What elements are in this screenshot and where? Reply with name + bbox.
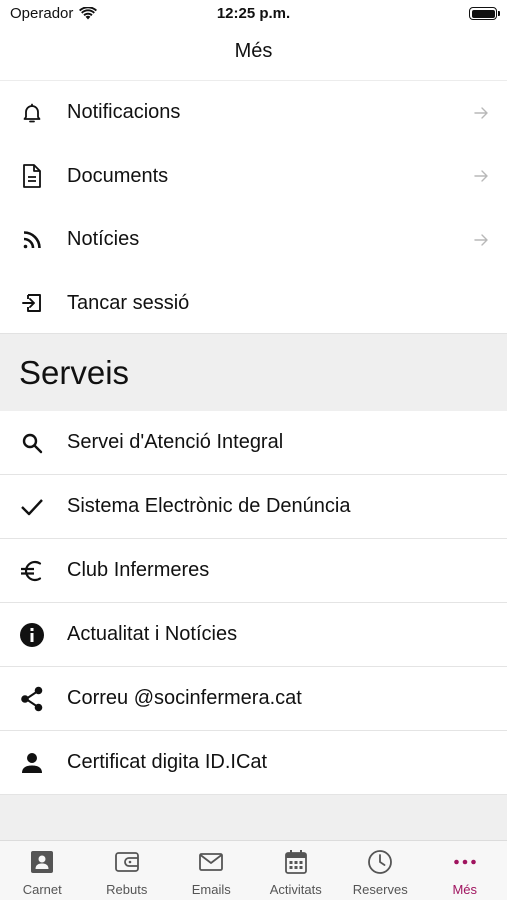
arrow-right-icon xyxy=(474,107,488,119)
menu-item-label: Tancar sessió xyxy=(67,291,190,314)
services-list: Servei d'Atenció Integral Sistema Electr… xyxy=(0,411,507,795)
wallet-icon xyxy=(114,849,140,875)
menu-item-documents[interactable]: Documents xyxy=(0,144,507,208)
tab-bar: Carnet Rebuts Emails Activitats Reserves… xyxy=(0,840,507,900)
search-icon xyxy=(19,430,45,456)
rss-icon xyxy=(19,227,45,253)
menu-item-label: Documents xyxy=(67,164,169,187)
battery-icon xyxy=(469,7,500,20)
mail-icon xyxy=(198,849,224,875)
service-item-label: Servei d'Atenció Integral xyxy=(67,431,284,453)
tab-mes[interactable]: Més xyxy=(423,841,507,900)
document-icon xyxy=(19,163,45,189)
page-title: Més xyxy=(234,40,273,62)
tab-carnet[interactable]: Carnet xyxy=(0,841,85,900)
logout-icon xyxy=(19,290,45,316)
arrow-right-icon xyxy=(474,234,488,246)
service-item-actualitat[interactable]: Actualitat i Notícies xyxy=(0,603,507,667)
clock-time: 12:25 p.m. xyxy=(216,5,291,22)
tab-label: Més xyxy=(452,882,478,897)
info-icon xyxy=(19,622,45,648)
arrow-right-icon xyxy=(474,170,488,182)
tab-label: Emails xyxy=(191,882,231,897)
check-icon xyxy=(19,494,45,520)
service-item-label: Sistema Electrònic de Denúncia xyxy=(67,495,351,517)
status-bar: Operador 12:25 p.m. xyxy=(0,0,507,28)
service-item-certificat[interactable]: Certificat digita ID.ICat xyxy=(0,731,507,795)
service-item-denuncia[interactable]: Sistema Electrònic de Denúncia xyxy=(0,475,507,539)
service-item-label: Actualitat i Notícies xyxy=(67,623,238,645)
tab-label: Rebuts xyxy=(106,882,148,897)
tab-activitats[interactable]: Activitats xyxy=(254,841,339,900)
services-section-header: Serveis xyxy=(0,333,507,411)
main-menu: Notificacions Documents Notícies Tancar … xyxy=(0,80,507,335)
tab-rebuts[interactable]: Rebuts xyxy=(85,841,170,900)
more-dots-icon xyxy=(452,849,478,875)
menu-item-label: Notícies xyxy=(67,228,140,251)
clock-icon xyxy=(367,849,393,875)
service-item-label: Club Infermeres xyxy=(67,559,210,581)
menu-item-label: Notificacions xyxy=(67,101,181,124)
tab-reserves[interactable]: Reserves xyxy=(338,841,423,900)
service-item-label: Certificat digita ID.ICat xyxy=(67,751,268,773)
service-item-label: Correu @socinfermera.cat xyxy=(67,687,302,709)
person-icon xyxy=(19,750,45,776)
tab-label: Carnet xyxy=(22,882,62,897)
menu-item-news[interactable]: Notícies xyxy=(0,208,507,272)
euro-icon xyxy=(19,558,45,584)
share-icon xyxy=(19,686,45,712)
tab-label: Activitats xyxy=(269,882,322,897)
service-item-atencio-integral[interactable]: Servei d'Atenció Integral xyxy=(0,411,507,475)
menu-item-logout[interactable]: Tancar sessió xyxy=(0,271,507,335)
tab-label: Reserves xyxy=(352,882,408,897)
menu-item-notifications[interactable]: Notificacions xyxy=(0,81,507,145)
id-card-icon xyxy=(29,849,55,875)
calendar-icon xyxy=(283,849,309,875)
list-footer-spacer xyxy=(0,795,507,840)
service-item-club-infermeres[interactable]: Club Infermeres xyxy=(0,539,507,603)
tab-emails[interactable]: Emails xyxy=(169,841,254,900)
service-item-correu[interactable]: Correu @socinfermera.cat xyxy=(0,667,507,731)
bell-icon xyxy=(19,100,45,126)
section-title: Serveis xyxy=(19,354,130,391)
